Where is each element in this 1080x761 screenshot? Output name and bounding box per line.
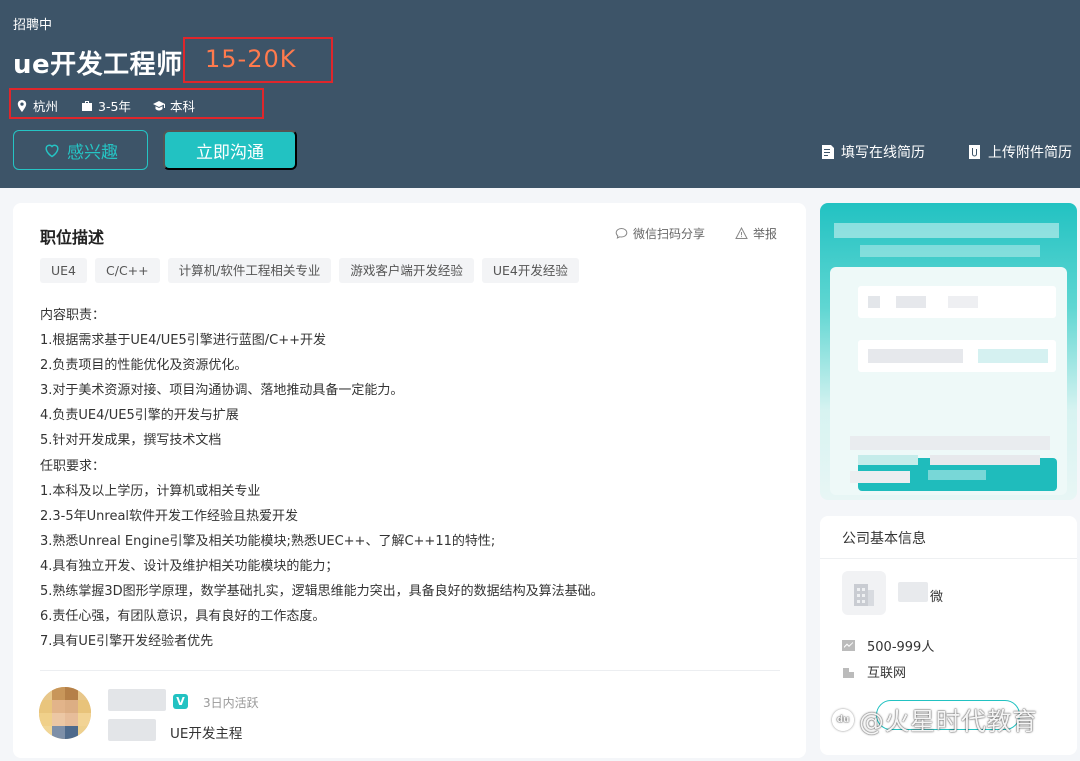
job-meta-highlight-box: 杭州 3-5年 本科: [9, 88, 264, 119]
skill-tag[interactable]: 游戏客户端开发经验: [339, 258, 474, 283]
verified-badge: V: [173, 694, 188, 709]
description-line: 4.具有独立开发、设计及维护相关功能模块的能力；: [40, 558, 339, 574]
upload-resume-link[interactable]: 上传附件简历: [968, 142, 1072, 162]
chat-now-button[interactable]: 立即沟通: [163, 130, 297, 170]
recruiter-active-status: 3日内活跃: [203, 696, 259, 710]
resume-form-icon: [822, 145, 834, 159]
description-line: 4.负责UE4/UE5引擎的开发与扩展: [40, 408, 239, 424]
description-line: 3.熟悉Unreal Engine引擎及相关功能模块;熟悉UEC++、了解C++…: [40, 533, 496, 549]
promo-link-redacted: [858, 455, 918, 465]
job-header: 招聘中 ue开发工程师 15-20K 杭州 3-5年 本科 感兴趣 立即沟通 填…: [0, 0, 1080, 188]
description-line: 1.根据需求基于UE4/UE5引擎进行蓝图/C++开发: [40, 333, 327, 349]
share-label: 微信扫码分享: [633, 227, 706, 241]
company-divider: [820, 558, 1077, 559]
interest-button[interactable]: 感兴趣: [13, 130, 148, 170]
description-line: 2.3-5年Unreal软件开发工作经验且热爱开发: [40, 508, 299, 524]
description-line: 2.负责项目的性能优化及资源优化。: [40, 358, 248, 374]
description-line: 任职要求：: [40, 458, 106, 474]
description-line: 1.本科及以上学历，计算机或相关专业: [40, 483, 261, 499]
promo-subtitle-redacted: [860, 245, 1040, 257]
section-divider: [40, 670, 780, 671]
location-text: 杭州: [33, 99, 59, 114]
location-pin-icon: [17, 99, 27, 112]
company-size-row: 500-999人: [842, 636, 934, 655]
upload-resume-label: 上传附件简历: [988, 145, 1072, 161]
skill-tag[interactable]: C/C++: [95, 258, 160, 283]
section-title-job-description: 职位描述: [40, 228, 105, 247]
wechat-share-link[interactable]: 微信扫码分享: [615, 225, 705, 242]
login-promo-card: [820, 203, 1077, 500]
education-meta: 本科: [153, 96, 195, 115]
report-label: 举报: [753, 227, 778, 241]
promo-title-redacted: [834, 223, 1059, 238]
education-text: 本科: [170, 99, 196, 114]
description-line: 内容职责：: [40, 308, 106, 323]
report-link[interactable]: 举报: [735, 225, 777, 242]
skill-tags: UE4 C/C++ 计算机/软件工程相关专业 游戏客户端开发经验 UE4开发经验: [40, 258, 579, 283]
job-title: ue开发工程师: [13, 50, 183, 80]
watermark-logo: du: [832, 709, 854, 731]
upload-file-icon: [969, 145, 980, 159]
company-logo[interactable]: [842, 571, 886, 615]
fill-online-resume-label: 填写在线简历: [841, 145, 925, 161]
watermark: du @火星时代教育: [832, 702, 1038, 738]
company-industry: 互联网: [867, 666, 907, 681]
company-industry-row: 互联网: [842, 662, 906, 681]
verification-code-input[interactable]: [858, 340, 1056, 372]
chat-bubble-icon: [615, 227, 628, 239]
building-icon: [854, 584, 874, 606]
salary-highlight-box: 15-20K: [183, 37, 333, 83]
heart-icon: [45, 144, 59, 158]
description-line: 3.对于美术资源对接、项目沟通协调、落地推动具备一定能力。: [40, 383, 404, 399]
salary: 15-20K: [205, 45, 297, 73]
recruiter-role: UE开发主程: [170, 726, 243, 742]
chart-icon: [842, 640, 855, 651]
building-small-icon: [843, 668, 854, 678]
description-line: 7.具有UE引擎开发经验者优先: [40, 634, 214, 650]
experience-text: 3-5年: [98, 99, 131, 114]
experience-meta: 3-5年: [81, 96, 131, 115]
promo-terms-redacted: [850, 436, 1050, 450]
description-line: 6.责任心强，有团队意识，具有良好的工作态度。: [40, 609, 326, 625]
recruiter-name-redacted: [108, 689, 166, 711]
watermark-text: @火星时代教育: [859, 707, 1038, 736]
fill-online-resume-link[interactable]: 填写在线简历: [821, 142, 925, 162]
skill-tag[interactable]: UE4: [40, 258, 87, 283]
promo-terms-redacted-2: [930, 455, 1040, 465]
description-line: 5.针对开发成果，撰写技术文档: [40, 433, 222, 449]
skill-tag[interactable]: UE4开发经验: [481, 258, 579, 283]
job-description-text: 内容职责： 1.根据需求基于UE4/UE5引擎进行蓝图/C++开发 2.负责项目…: [40, 303, 780, 654]
briefcase-icon: [82, 100, 92, 111]
recruiter-company-redacted: [108, 719, 156, 741]
warning-icon: [735, 227, 748, 239]
job-description-card: 职位描述 微信扫码分享 举报 UE4 C/C++ 计算机/软件工程相关专业 游戏…: [13, 203, 806, 758]
skill-tag[interactable]: 计算机/软件工程相关专业: [167, 258, 332, 283]
company-name[interactable]: 微: [930, 586, 943, 605]
description-line: 5.熟练掌握3D图形学原理，数学基础扎实，逻辑思维能力突出，具备良好的数据结构及…: [40, 584, 604, 600]
phone-input[interactable]: [858, 286, 1056, 318]
job-status: 招聘中: [13, 18, 53, 33]
location-meta: 杭州: [16, 96, 58, 115]
interest-label: 感兴趣: [67, 142, 118, 162]
graduation-cap-icon: [153, 100, 165, 110]
recruiter-avatar[interactable]: [39, 687, 91, 739]
company-section-title: 公司基本信息: [842, 531, 926, 547]
company-name-redacted: [898, 582, 928, 602]
promo-terms-redacted-3: [850, 471, 910, 483]
company-size: 500-999人: [867, 640, 935, 655]
